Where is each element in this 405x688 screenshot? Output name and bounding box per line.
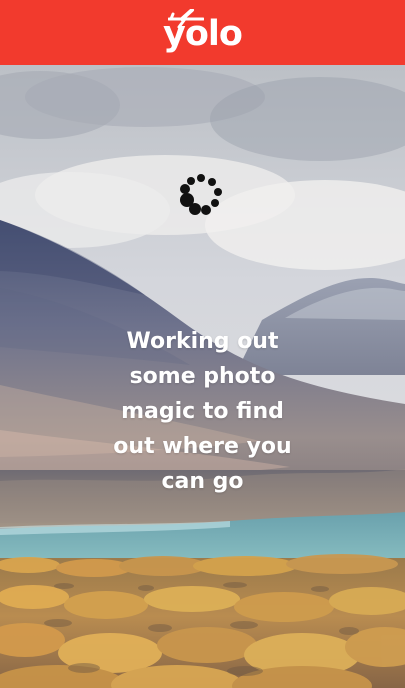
spinner-dot [187, 177, 195, 185]
message-line: out where you [113, 434, 292, 459]
spinner-dot [201, 205, 211, 215]
loading-spinner-icon [180, 174, 222, 216]
logo-text: yolo [163, 13, 243, 54]
loading-message: Working out some photo magic to find out… [60, 324, 345, 499]
yolo-logo: yolo [158, 5, 248, 61]
spinner-dot [211, 199, 219, 207]
message-line: Working out [126, 329, 279, 354]
spinner-dot [180, 184, 190, 194]
spinner-dot [214, 188, 222, 196]
spinner-dot [197, 174, 205, 182]
spinner-dot [208, 178, 216, 186]
message-line: magic to find [121, 399, 284, 424]
top-bar: yolo [0, 0, 405, 65]
app-root: yolo Working out some photo magic to fin… [0, 0, 405, 688]
message-line: can go [161, 469, 244, 494]
spinner-dot [180, 193, 194, 207]
message-line: some photo [129, 364, 276, 389]
